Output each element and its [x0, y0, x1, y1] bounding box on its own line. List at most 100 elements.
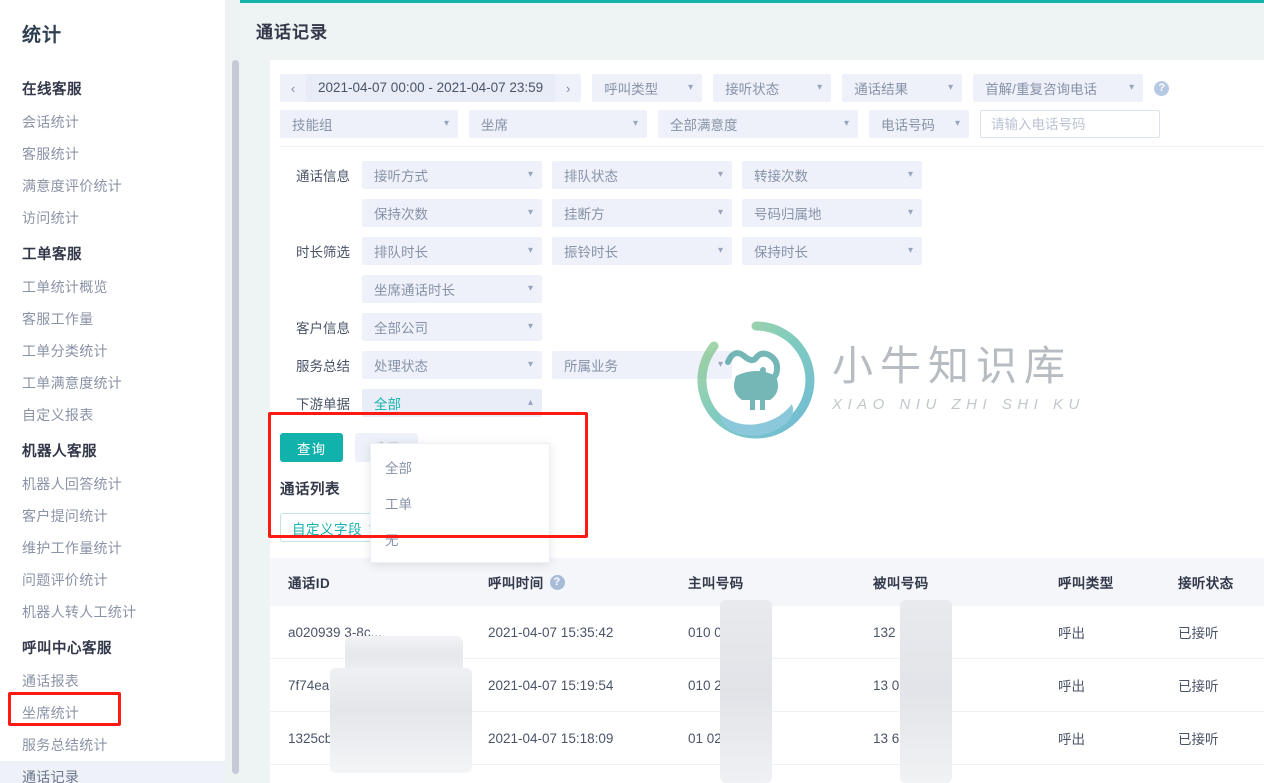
filter-queue-status[interactable]: 排队状态 ▾	[552, 161, 732, 189]
app-root: 统计 在线客服 会话统计 客服统计 满意度评价统计 访问统计 工单客服 工单统计…	[0, 0, 1264, 783]
chevron-down-icon: ▾	[948, 82, 954, 93]
phone-number-input[interactable]	[980, 110, 1160, 138]
sidebar-item-session-stats[interactable]: 会话统计	[0, 106, 240, 138]
filter-number-location[interactable]: 号码归属地 ▾	[742, 199, 922, 227]
dropdown-option-none[interactable]: 无	[371, 521, 549, 557]
filter-skill-group[interactable]: 技能组 ▾	[280, 110, 458, 138]
filter-panel-row-duration-1: 时长筛选 排队时长 ▾ 振铃时长 ▾ 保持时长 ▾	[280, 237, 1264, 265]
filter-downstream-doc[interactable]: 全部 ▴	[362, 389, 542, 417]
filter-ring-duration[interactable]: 振铃时长 ▾	[552, 237, 732, 265]
sidebar-item-maintenance-workload-stats[interactable]: 维护工作量统计	[0, 532, 240, 564]
sidebar-item-robot-to-human-stats[interactable]: 机器人转人工统计	[0, 596, 240, 628]
sidebar-item-seat-stats[interactable]: 坐席统计	[0, 697, 240, 729]
cell-call-type: 呼出	[1040, 606, 1160, 659]
filter-process-status[interactable]: 处理状态 ▾	[362, 351, 542, 379]
filter-all-company[interactable]: 全部公司 ▾	[362, 313, 542, 341]
sidebar-scrollbar[interactable]	[232, 60, 239, 774]
col-call-type[interactable]: 呼叫类型	[1040, 558, 1160, 606]
sidebar-item-ticket-satisfaction-stats[interactable]: 工单满意度统计	[0, 367, 240, 399]
help-icon[interactable]: ?	[1154, 80, 1170, 96]
filter-hold-duration-label: 保持时长	[754, 245, 808, 260]
call-records-table-wrap: 通话ID 呼叫时间 ? 主叫号码 被叫号码 呼叫类型 接听状态 a020939 …	[270, 558, 1264, 765]
table-body: a020939 3-8c... 2021-04-07 15:35:42 010 …	[270, 606, 1264, 765]
col-call-time[interactable]: 呼叫时间 ?	[470, 558, 670, 606]
sidebar-item-custom-report[interactable]: 自定义报表	[0, 399, 240, 431]
filter-transfer-count[interactable]: 转接次数 ▾	[742, 161, 922, 189]
filter-panel-row-downstream: 下游单据 全部 ▴	[280, 389, 1264, 417]
chevron-down-icon: ▾	[717, 359, 723, 370]
col-answer-status[interactable]: 接听状态	[1160, 558, 1264, 606]
cell-answer-status: 已接听	[1160, 658, 1264, 712]
filter-transfer-count-label: 转接次数	[754, 169, 808, 184]
filter-row-2: 技能组 ▾ 坐席 ▾ 全部满意度 ▾ 电话号码 ▾	[280, 110, 1264, 138]
filter-label-downstream-doc: 下游单据	[296, 397, 350, 412]
filter-answer-method[interactable]: 接听方式 ▾	[362, 161, 542, 189]
cell-call-id: 1325cb 4eba-b...	[270, 711, 470, 765]
filter-hold-duration[interactable]: 保持时长 ▾	[742, 237, 922, 265]
sidebar-item-question-eval-stats[interactable]: 问题评价统计	[0, 564, 240, 596]
sidebar-item-satisfaction-eval-stats[interactable]: 满意度评价统计	[0, 170, 240, 202]
filter-downstream-doc-value: 全部	[374, 397, 401, 412]
filter-seat[interactable]: 坐席 ▾	[469, 110, 647, 138]
main-area: 通话记录 ‹ 2021-04-07 00:00 - 2021-04-07 23:…	[240, 0, 1264, 783]
filter-process-status-label: 处理状态	[374, 359, 428, 374]
dropdown-option-all[interactable]: 全部	[371, 449, 549, 485]
col-caller-number[interactable]: 主叫号码	[670, 558, 855, 606]
table-row[interactable]: 1325cb 4eba-b... 2021-04-07 15:18:09 01 …	[270, 711, 1264, 765]
help-icon[interactable]: ?	[549, 574, 565, 590]
filter-queue-status-wrap: 排队状态 ▾	[552, 161, 732, 189]
filter-all-company-label: 全部公司	[374, 321, 428, 336]
filter-panel-row-duration-2: 坐席通话时长 ▾	[280, 275, 1264, 303]
table-row[interactable]: a020939 3-8c... 2021-04-07 15:35:42 010 …	[270, 606, 1264, 659]
filter-panel-row-call-info-2: 保持次数 ▾ 挂断方 ▾ 号码归属地 ▾	[280, 199, 1264, 227]
sidebar-item-robot-answer-stats[interactable]: 机器人回答统计	[0, 468, 240, 500]
filter-call-result[interactable]: 通话结果 ▾	[842, 74, 963, 102]
cell-caller-number: 010 2	[670, 658, 855, 712]
filter-hold-count[interactable]: 保持次数 ▾	[362, 199, 542, 227]
col-call-id[interactable]: 通话ID	[270, 558, 470, 606]
chevron-down-icon: ▾	[527, 207, 533, 218]
sidebar-item-call-report[interactable]: 通话报表	[0, 665, 240, 697]
filter-phone-type[interactable]: 电话号码 ▾	[869, 110, 969, 138]
date-prev-icon[interactable]: ‹	[280, 74, 306, 102]
filter-label-service-summary: 服务总结	[296, 359, 350, 374]
filter-hangup-party-label: 挂断方	[564, 207, 605, 222]
filter-seat-talk-duration[interactable]: 坐席通话时长 ▾	[362, 275, 542, 303]
sidebar-item-ticket-category-stats[interactable]: 工单分类统计	[0, 335, 240, 367]
filter-first-repeat-call[interactable]: 首解/重复咨询电话 ▾	[973, 74, 1144, 102]
filter-panel-row-service-summary: 服务总结 处理状态 ▾ 所属业务 ▾	[280, 351, 1264, 379]
filter-queue-duration-label: 排队时长	[374, 245, 428, 260]
sidebar-item-ticket-overview[interactable]: 工单统计概览	[0, 271, 240, 303]
sidebar-item-service-summary-stats[interactable]: 服务总结统计	[0, 729, 240, 761]
cell-call-time: 2021-04-07 15:19:54	[470, 658, 670, 712]
date-range-picker[interactable]: ‹ 2021-04-07 00:00 - 2021-04-07 23:59 ›	[280, 74, 582, 102]
filter-answer-status[interactable]: 接听状态 ▾	[713, 74, 832, 102]
table-row[interactable]: 7f74ea 7-8d... 2021-04-07 15:19:54 010 2…	[270, 658, 1264, 712]
filter-hangup-party[interactable]: 挂断方 ▾	[552, 199, 732, 227]
query-button[interactable]: 查询	[280, 433, 343, 462]
content-card: ‹ 2021-04-07 00:00 - 2021-04-07 23:59 › …	[270, 60, 1264, 783]
sidebar-title: 统计	[22, 25, 63, 46]
sidebar-item-agent-stats[interactable]: 客服统计	[0, 138, 240, 170]
sidebar-item-visit-stats[interactable]: 访问统计	[0, 202, 240, 234]
sidebar-item-agent-workload[interactable]: 客服工作量	[0, 303, 240, 335]
sidebar-item-customer-question-stats[interactable]: 客户提问统计	[0, 500, 240, 532]
filter-queue-duration[interactable]: 排队时长 ▾	[362, 237, 542, 265]
filter-satisfaction-label: 全部满意度	[670, 118, 738, 133]
downstream-doc-dropdown-menu[interactable]: 全部 工单 无	[370, 443, 550, 563]
filter-seat-talk-duration-wrap: 坐席通话时长 ▾	[362, 275, 542, 303]
filter-label-duration: 时长筛选	[296, 245, 350, 260]
chevron-down-icon: ▾	[717, 169, 723, 180]
filter-call-type[interactable]: 呼叫类型 ▾	[592, 74, 703, 102]
col-callee-number[interactable]: 被叫号码	[855, 558, 1040, 606]
date-range-value[interactable]: 2021-04-07 00:00 - 2021-04-07 23:59	[306, 74, 556, 102]
filter-satisfaction[interactable]: 全部满意度 ▾	[658, 110, 858, 138]
chevron-up-icon: ▴	[527, 397, 533, 408]
date-next-icon[interactable]: ›	[555, 74, 581, 102]
dropdown-option-ticket[interactable]: 工单	[371, 485, 549, 521]
sidebar-item-call-records[interactable]: 通话记录	[0, 761, 240, 783]
filter-ring-duration-wrap: 振铃时长 ▾	[552, 237, 732, 265]
cell-callee-number: 132 563	[855, 606, 1040, 659]
chevron-down-icon: ▾	[527, 283, 533, 294]
filter-business-line[interactable]: 所属业务 ▾	[552, 351, 732, 379]
